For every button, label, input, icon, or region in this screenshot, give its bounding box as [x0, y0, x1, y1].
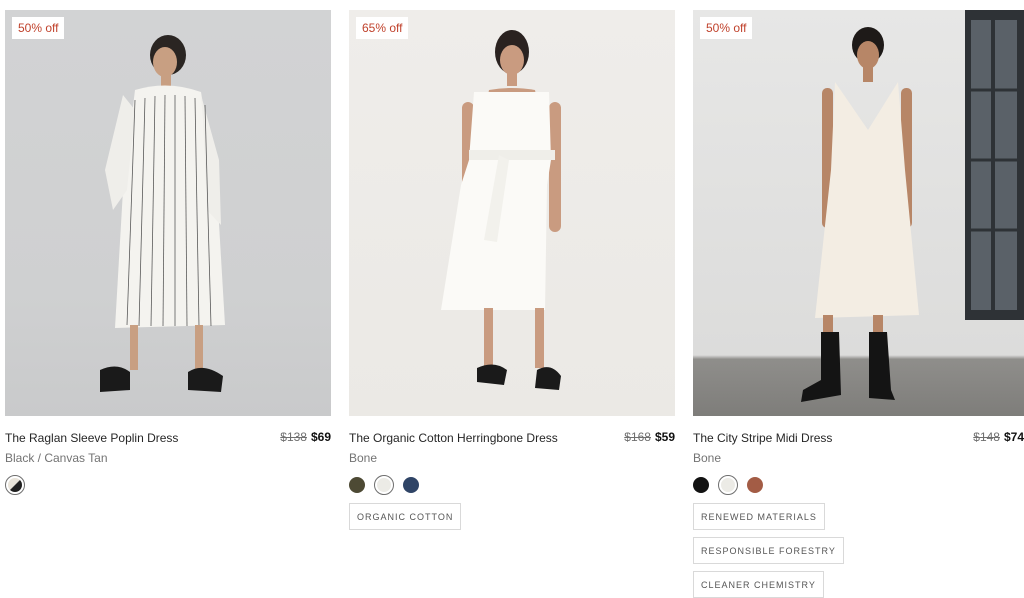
original-price: $148 — [973, 430, 1000, 444]
original-price: $138 — [280, 430, 307, 444]
sale-price: $69 — [310, 430, 331, 444]
sale-price: $59 — [654, 430, 675, 444]
price: $138 $69 — [280, 430, 331, 444]
color-swatches — [693, 475, 1024, 495]
color-swatch-navy[interactable] — [403, 477, 419, 493]
product-card[interactable]: 65% off The Organic Cotton Herringbone D… — [349, 10, 675, 530]
discount-badge: 50% off — [12, 17, 65, 39]
color-swatches — [5, 475, 331, 495]
product-card[interactable]: 50% off The Raglan Sleeve Poplin Dress $… — [5, 10, 331, 495]
original-price: $168 — [624, 430, 651, 444]
product-name[interactable]: The Organic Cotton Herringbone Dress — [349, 431, 558, 445]
price: $148 $74 — [973, 430, 1024, 444]
color-swatch-rust[interactable] — [747, 477, 763, 493]
sale-price: $74 — [1003, 430, 1024, 444]
color-swatch-black-canvas-tan[interactable] — [5, 475, 25, 495]
attribute-tag: RENEWED MATERIALS — [693, 503, 825, 530]
color-name: Bone — [693, 451, 722, 465]
discount-badge: 65% off — [356, 17, 409, 39]
color-swatch-bone[interactable] — [374, 475, 394, 495]
attribute-tags: RENEWED MATERIALS RESPONSIBLE FORESTRY C… — [693, 503, 963, 598]
color-swatch-black[interactable] — [693, 477, 709, 493]
product-card[interactable]: 50% off The City Stripe Midi Dress $148 $… — [693, 10, 1024, 598]
color-swatches — [349, 475, 675, 495]
attribute-tag: ORGANIC COTTON — [349, 503, 462, 530]
price: $168 $59 — [624, 430, 675, 444]
product-image[interactable]: 50% off — [5, 10, 331, 416]
attribute-tag: CLEANER CHEMISTRY — [693, 571, 824, 598]
color-swatch-bone[interactable] — [718, 475, 738, 495]
color-swatch-olive[interactable] — [349, 477, 365, 493]
color-name: Black / Canvas Tan — [5, 451, 108, 465]
product-image[interactable]: 50% off — [693, 10, 1024, 416]
product-name[interactable]: The City Stripe Midi Dress — [693, 431, 832, 445]
product-name[interactable]: The Raglan Sleeve Poplin Dress — [5, 431, 178, 445]
color-name: Bone — [349, 451, 378, 465]
attribute-tags: ORGANIC COTTON — [349, 503, 675, 530]
discount-badge: 50% off — [700, 17, 753, 39]
product-image[interactable]: 65% off — [349, 10, 675, 416]
attribute-tag: RESPONSIBLE FORESTRY — [693, 537, 844, 564]
